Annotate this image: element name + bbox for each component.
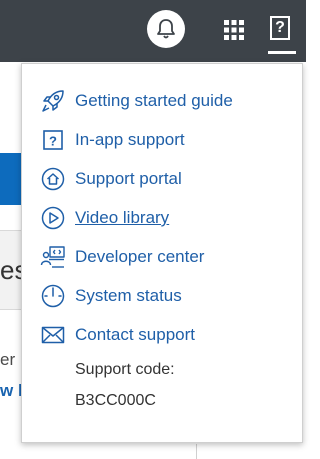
background-card-text: es: [0, 255, 22, 285]
active-indicator: [268, 51, 296, 54]
menu-item-developer-center[interactable]: Developer center: [22, 240, 302, 274]
bell-icon: [157, 19, 175, 39]
menu-item-label: Developer center: [75, 247, 205, 266]
svg-text:?: ?: [49, 134, 57, 149]
menu-item-support-portal[interactable]: Support portal: [22, 162, 302, 196]
help-dropdown-menu: Getting started guide ? In-app support S…: [21, 63, 303, 443]
question-box-icon: ?: [40, 127, 66, 153]
help-button[interactable]: ?: [268, 14, 296, 54]
menu-item-getting-started[interactable]: Getting started guide: [22, 84, 302, 118]
home-circle-icon: [40, 166, 66, 192]
background-divider: [196, 444, 197, 459]
apps-button[interactable]: [221, 17, 247, 43]
menu-item-label: Video library: [75, 208, 170, 227]
menu-item-label: Support portal: [75, 169, 182, 188]
grid-icon: [224, 20, 244, 40]
help-label: ?: [270, 16, 290, 40]
top-bar: ?: [0, 0, 306, 62]
menu-item-contact-support[interactable]: Contact support: [22, 318, 302, 352]
background-text: er p: [0, 350, 22, 369]
rocket-icon: [40, 88, 66, 114]
background-link[interactable]: w l: [0, 381, 22, 401]
play-circle-icon: [40, 205, 66, 231]
background-blue-banner: [0, 153, 22, 205]
menu-item-system-status[interactable]: System status: [22, 279, 302, 313]
support-code-label: Support code:: [75, 361, 175, 378]
support-code-value: B3CC000C: [75, 392, 156, 409]
gauge-icon: [40, 283, 66, 309]
envelope-icon: [40, 322, 66, 348]
menu-item-label: System status: [75, 286, 182, 305]
menu-item-in-app-support[interactable]: ? In-app support: [22, 123, 302, 157]
menu-item-label: Getting started guide: [75, 91, 233, 110]
developer-icon: [40, 244, 66, 270]
menu-item-label: Contact support: [75, 325, 196, 344]
notifications-button[interactable]: [147, 10, 185, 48]
menu-item-label: In-app support: [75, 130, 185, 149]
menu-item-video-library[interactable]: Video library: [22, 201, 302, 235]
